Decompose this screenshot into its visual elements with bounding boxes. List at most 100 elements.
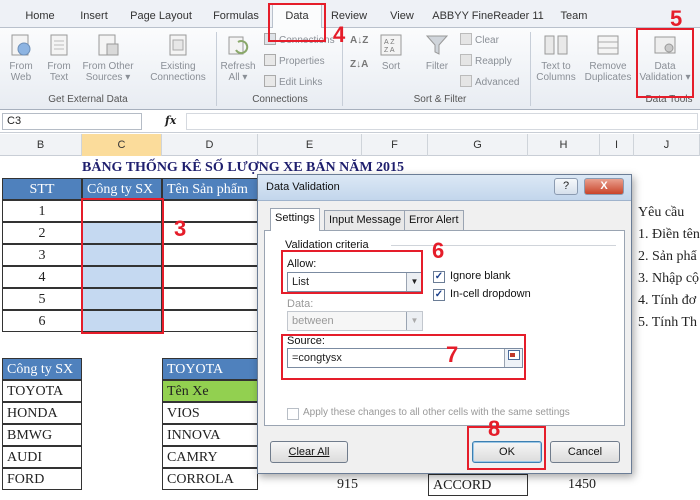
svg-text:Z A: Z A bbox=[384, 47, 395, 54]
product-cell[interactable] bbox=[162, 288, 258, 310]
formula-input[interactable] bbox=[186, 113, 698, 130]
stt-cell[interactable]: 6 bbox=[2, 310, 82, 332]
product-cell[interactable] bbox=[162, 266, 258, 288]
value-cell[interactable]: 1450 bbox=[528, 474, 600, 496]
advanced-filter-button[interactable]: Advanced bbox=[460, 75, 519, 89]
annotation-box-allow bbox=[281, 250, 423, 294]
car-item[interactable]: INNOVA bbox=[162, 424, 258, 446]
car-name-header[interactable]: Tên Xe bbox=[162, 380, 258, 402]
note-item[interactable]: 3. Nhập cộ bbox=[634, 268, 700, 290]
tab-settings[interactable]: Settings bbox=[270, 208, 320, 231]
lookup-item[interactable]: BMWG bbox=[2, 424, 82, 446]
column-header-h[interactable]: H bbox=[528, 134, 600, 156]
dialog-title-bar[interactable]: Data Validation ? X bbox=[258, 175, 631, 201]
car-item[interactable]: CAMRY bbox=[162, 446, 258, 468]
notes-title[interactable]: Yêu cầu bbox=[634, 202, 700, 224]
annotation-number: 4 bbox=[333, 22, 346, 47]
car-item[interactable]: VIOS bbox=[162, 402, 258, 424]
from-other-sources-button[interactable]: From Other Sources ▾ bbox=[80, 32, 136, 83]
header-product[interactable]: Tên Sản phẩm bbox=[162, 178, 258, 200]
column-header-j[interactable]: J bbox=[634, 134, 700, 156]
column-header-e[interactable]: E bbox=[258, 134, 362, 156]
ribbon-tab-bar: Home Insert Page Layout Formulas Data Re… bbox=[0, 0, 700, 29]
tab-view[interactable]: View bbox=[384, 6, 420, 26]
column-header-c[interactable]: C bbox=[82, 134, 162, 156]
stt-cell[interactable]: 5 bbox=[2, 288, 82, 310]
stt-cell[interactable]: 4 bbox=[2, 266, 82, 288]
apply-all-label: Apply these changes to all other cells w… bbox=[303, 407, 570, 418]
reapply-button[interactable]: Reapply bbox=[460, 54, 512, 68]
annotation-box-data-validation bbox=[636, 28, 694, 98]
note-item[interactable]: 2. Sản phẩ bbox=[634, 246, 700, 268]
column-header-g[interactable]: G bbox=[428, 134, 528, 156]
ribbon: From Web From Text From Other Sources ▾ Exi… bbox=[0, 28, 700, 110]
car-item[interactable]: ACCORD bbox=[428, 474, 528, 496]
group-divider bbox=[530, 32, 531, 106]
in-cell-dropdown-label: In-cell dropdown bbox=[450, 288, 531, 300]
column-header-f[interactable]: F bbox=[362, 134, 428, 156]
column-header-b[interactable]: B bbox=[0, 134, 82, 156]
in-cell-dropdown-checkbox[interactable]: ✓ bbox=[433, 289, 445, 301]
tab-error-alert[interactable]: Error Alert bbox=[404, 210, 464, 230]
lookup-header[interactable]: Công ty SX bbox=[2, 358, 82, 380]
text-to-columns-button[interactable]: Text to Columns bbox=[534, 32, 578, 83]
column-header-d[interactable]: D bbox=[162, 134, 258, 156]
refresh-all-button[interactable]: Refresh All ▾ bbox=[218, 32, 258, 83]
annotation-box-source bbox=[281, 334, 526, 380]
note-item[interactable]: 5. Tính Th bbox=[634, 312, 700, 334]
stt-cell[interactable]: 3 bbox=[2, 244, 82, 266]
chevron-down-icon[interactable]: ▼ bbox=[406, 312, 422, 330]
help-button[interactable]: ? bbox=[554, 178, 578, 195]
clear-filter-button[interactable]: Clear bbox=[460, 33, 499, 47]
properties-icon bbox=[264, 54, 276, 66]
insert-function-icon[interactable]: fx bbox=[165, 114, 176, 127]
clear-all-button[interactable]: Clear All bbox=[270, 441, 348, 463]
clear-filter-icon bbox=[460, 33, 472, 45]
sort-az-button[interactable]: A↓Z bbox=[350, 34, 368, 48]
apply-all-checkbox[interactable] bbox=[287, 408, 299, 420]
sort-za-button[interactable]: Z↓A bbox=[350, 58, 368, 72]
tab-insert[interactable]: Insert bbox=[72, 6, 116, 26]
existing-connections-button[interactable]: Existing Connections bbox=[144, 32, 212, 83]
close-button[interactable]: X bbox=[584, 178, 624, 195]
advanced-filter-icon bbox=[460, 75, 472, 87]
note-item[interactable]: 4. Tính đơ bbox=[634, 290, 700, 312]
lookup-item[interactable]: TOYOTA bbox=[2, 380, 82, 402]
reapply-icon bbox=[460, 54, 472, 66]
stt-cell[interactable]: 2 bbox=[2, 222, 82, 244]
tab-input-message[interactable]: Input Message bbox=[324, 210, 407, 230]
refresh-icon bbox=[228, 36, 249, 55]
stt-cell[interactable]: 1 bbox=[2, 200, 82, 222]
note-item[interactable]: 1. Điền tên bbox=[634, 224, 700, 246]
sort-button[interactable]: A ZZ A Sort bbox=[374, 32, 408, 72]
from-web-button[interactable]: From Web bbox=[4, 32, 38, 83]
tab-page-layout[interactable]: Page Layout bbox=[126, 6, 196, 26]
product-cell[interactable] bbox=[162, 244, 258, 266]
remove-duplicates-button[interactable]: Remove Duplicates bbox=[582, 32, 634, 83]
lookup-item[interactable]: HONDA bbox=[2, 402, 82, 424]
edit-links-button[interactable]: Edit Links bbox=[264, 75, 322, 89]
product-cell[interactable] bbox=[162, 310, 258, 332]
toyota-header[interactable]: TOYOTA bbox=[162, 358, 258, 380]
value-cell[interactable]: 915 bbox=[258, 474, 362, 496]
tab-abbyy[interactable]: ABBYY FineReader 11 bbox=[432, 6, 544, 26]
filter-button[interactable]: Filter bbox=[420, 32, 454, 72]
properties-button[interactable]: Properties bbox=[264, 54, 325, 68]
tab-team[interactable]: Team bbox=[556, 6, 592, 26]
from-other-sources-icon bbox=[98, 34, 119, 56]
ignore-blank-checkbox[interactable]: ✓ bbox=[433, 271, 445, 283]
cancel-button[interactable]: Cancel bbox=[550, 441, 620, 463]
data-select[interactable]: between ▼ bbox=[287, 311, 423, 331]
lookup-item[interactable]: AUDI bbox=[2, 446, 82, 468]
tab-formulas[interactable]: Formulas bbox=[208, 6, 264, 26]
header-company[interactable]: Công ty SX bbox=[82, 178, 162, 200]
existing-connections-icon bbox=[169, 34, 187, 56]
tab-home[interactable]: Home bbox=[18, 6, 62, 26]
name-box[interactable]: C3 bbox=[2, 113, 142, 130]
car-item[interactable]: CORROLA bbox=[162, 468, 258, 490]
from-text-button[interactable]: From Text bbox=[42, 32, 76, 83]
lookup-item[interactable]: FORD bbox=[2, 468, 82, 490]
header-stt[interactable]: STT bbox=[2, 178, 82, 200]
column-header-i[interactable]: I bbox=[600, 134, 634, 156]
dialog-title: Data Validation bbox=[266, 181, 340, 193]
